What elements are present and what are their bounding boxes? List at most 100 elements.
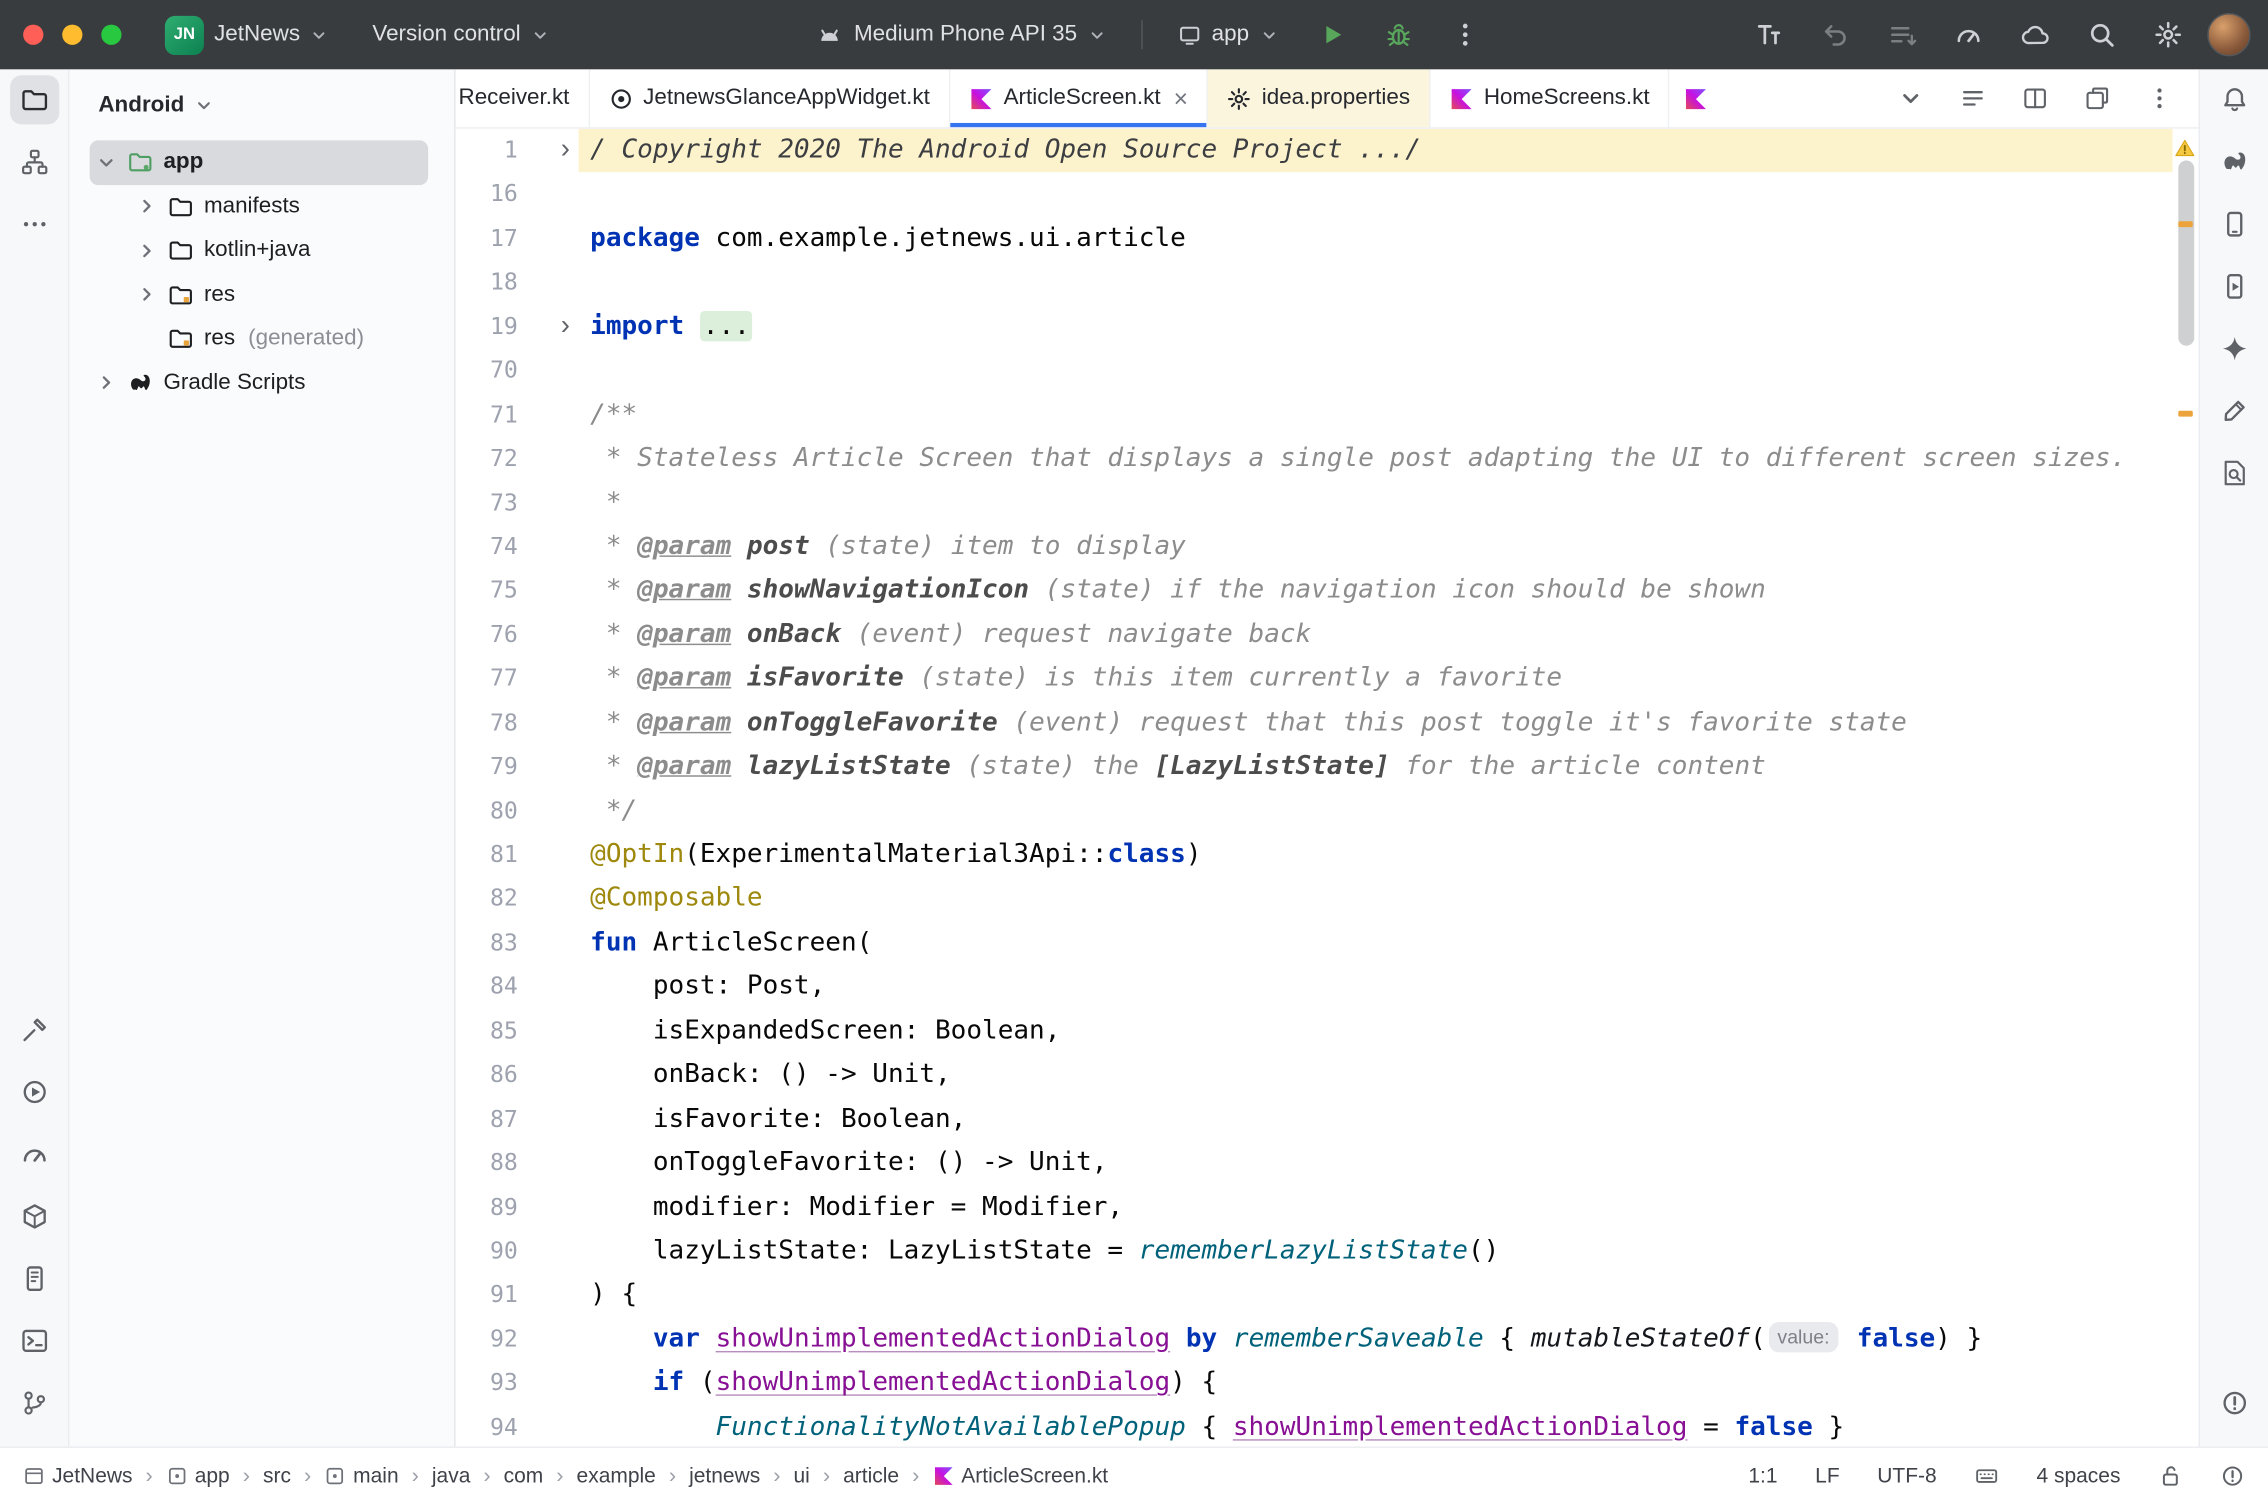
gradle-tool-button[interactable] [2209, 137, 2258, 186]
more-tool-windows-button[interactable] [9, 200, 58, 249]
structure-view-button[interactable] [1954, 80, 1992, 118]
find-tool-button[interactable] [2209, 448, 2258, 497]
project-view-selector[interactable]: Android [69, 69, 454, 140]
code-line-94[interactable]: 94 FunctionalityNotAvailablePopup { show… [456, 1405, 2199, 1446]
profiler-tool-button[interactable] [9, 1130, 58, 1179]
keyboard-indicator[interactable] [1974, 1464, 1999, 1489]
breadcrumb-app[interactable]: app [166, 1465, 230, 1488]
code-line-79[interactable]: 79 * @param lazyListState (state) the [L… [456, 745, 2199, 789]
chevron-down-icon[interactable] [95, 152, 117, 174]
tab-receiver-kt[interactable]: Receiver.kt [456, 69, 590, 127]
tree-item-app[interactable]: app [90, 140, 428, 184]
warning-badge-icon[interactable] [2174, 137, 2196, 159]
more-run-actions-button[interactable] [1440, 10, 1489, 59]
code-line-1[interactable]: 1›/ Copyright 2020 The Android Open Sour… [456, 129, 2199, 173]
version-control-tool-button[interactable] [9, 1378, 58, 1427]
close-window-button[interactable] [23, 25, 43, 45]
tab-idea-properties[interactable]: idea.properties [1208, 69, 1430, 127]
breadcrumb-article[interactable]: article [843, 1465, 899, 1488]
code-line-90[interactable]: 90 lazyListState: LazyListState = rememb… [456, 1229, 2199, 1273]
close-icon[interactable]: × [1174, 86, 1188, 111]
breadcrumb-jetnews[interactable]: jetnews [689, 1465, 760, 1488]
running-devices-button[interactable] [2209, 262, 2258, 311]
chevron-right-icon[interactable] [136, 284, 158, 306]
project-widget[interactable]: JN JetNews [153, 8, 340, 62]
back-button[interactable] [1811, 10, 1860, 59]
code-line-86[interactable]: 86 onBack: () -> Unit, [456, 1053, 2199, 1097]
code-line-19[interactable]: 19›import ... [456, 305, 2199, 349]
code-line-84[interactable]: 84 post: Post, [456, 965, 2199, 1009]
inspections-status[interactable] [2220, 1464, 2245, 1489]
caret-position[interactable]: 1:1 [1748, 1465, 1777, 1488]
code-line-78[interactable]: 78 * @param onToggleFavorite (event) req… [456, 701, 2199, 745]
debug-button[interactable] [1373, 10, 1422, 59]
detach-editor-button[interactable] [2079, 80, 2117, 118]
breadcrumb-com[interactable]: com [504, 1465, 544, 1488]
vcs-widget[interactable]: Version control [361, 14, 561, 55]
device-streaming-button[interactable] [1744, 10, 1793, 59]
code-line-73[interactable]: 73 * [456, 481, 2199, 525]
code-line-75[interactable]: 75 * @param showNavigationIcon (state) i… [456, 569, 2199, 613]
tree-item-kotlin-java[interactable]: kotlin+java [90, 229, 428, 273]
problems-tool-button[interactable] [2209, 1378, 2258, 1427]
gemini-button[interactable] [2209, 324, 2258, 373]
code-line-88[interactable]: 88 onToggleFavorite: () -> Unit, [456, 1141, 2199, 1185]
code-line-70[interactable]: 70 [456, 349, 2199, 393]
tree-item-res[interactable]: res [90, 273, 428, 317]
avatar[interactable] [2207, 13, 2250, 56]
compose-preview-button[interactable] [2209, 386, 2258, 435]
code-line-91[interactable]: 91) { [456, 1273, 2199, 1317]
code-line-83[interactable]: 83fun ArticleScreen( [456, 921, 2199, 965]
zoom-window-button[interactable] [101, 25, 121, 45]
breadcrumb-java[interactable]: java [432, 1465, 470, 1488]
tree-item-manifests[interactable]: manifests [90, 184, 428, 228]
terminal-tool-button[interactable] [9, 1316, 58, 1365]
breadcrumb-src[interactable]: src [263, 1465, 291, 1488]
code-line-16[interactable]: 16 [456, 173, 2199, 217]
breadcrumb-main[interactable]: main [324, 1465, 398, 1488]
breadcrumb-example[interactable]: example [577, 1465, 656, 1488]
app-quality-insights-button[interactable] [9, 1192, 58, 1241]
task-list-button[interactable] [1877, 10, 1926, 59]
chevron-right-icon[interactable] [136, 196, 158, 218]
encoding[interactable]: UTF-8 [1877, 1465, 1936, 1488]
code-editor[interactable]: 1›/ Copyright 2020 The Android Open Sour… [456, 129, 2199, 1447]
code-line-89[interactable]: 89 modifier: Modifier = Modifier, [456, 1185, 2199, 1229]
code-line-17[interactable]: 17package com.example.jetnews.ui.article [456, 217, 2199, 261]
warning-stripe-mark[interactable] [2178, 221, 2192, 227]
tab-clipped[interactable] [1670, 69, 1713, 127]
chevron-right-icon[interactable] [95, 372, 117, 394]
structure-tool-button[interactable] [9, 137, 58, 186]
tab-list-dropdown[interactable] [1892, 80, 1930, 118]
fold-arrow-icon[interactable]: › [561, 129, 570, 173]
search-everywhere-button[interactable] [2077, 10, 2126, 59]
profiler-button[interactable] [1944, 10, 1993, 59]
code-line-74[interactable]: 74 * @param post (state) item to display [456, 525, 2199, 569]
line-ending[interactable]: LF [1815, 1465, 1839, 1488]
run-button[interactable] [1307, 10, 1356, 59]
warning-stripe-mark[interactable] [2178, 411, 2192, 417]
code-line-82[interactable]: 82@Composable [456, 877, 2199, 921]
breadcrumb-jetnews[interactable]: JetNews [23, 1465, 132, 1488]
indent-style[interactable]: 4 spaces [2037, 1465, 2121, 1488]
run-tool-button[interactable] [9, 1067, 58, 1116]
scrollbar-thumb[interactable] [2178, 161, 2194, 346]
run-config-selector[interactable]: app [1165, 14, 1289, 55]
editor-scrollbar[interactable] [2173, 129, 2199, 1447]
code-line-87[interactable]: 87 isFavorite: Boolean, [456, 1097, 2199, 1141]
tab-articlescreen-kt[interactable]: ArticleScreen.kt× [950, 69, 1208, 127]
tree-item-gradle-scripts[interactable]: Gradle Scripts [90, 361, 428, 405]
minimize-window-button[interactable] [62, 25, 82, 45]
code-line-77[interactable]: 77 * @param isFavorite (state) is this i… [456, 657, 2199, 701]
split-editor-button[interactable] [2016, 80, 2054, 118]
file-writable-indicator[interactable] [2158, 1464, 2183, 1489]
breadcrumb-articlescreen-kt[interactable]: ArticleScreen.kt [932, 1465, 1108, 1488]
build-tool-button[interactable] [9, 1005, 58, 1054]
code-line-81[interactable]: 81@OptIn(ExperimentalMaterial3Api::class… [456, 833, 2199, 877]
tab-jetnewsglanceappwidget-kt[interactable]: JetnewsGlanceAppWidget.kt [590, 69, 950, 127]
code-line-92[interactable]: 92 var showUnimplementedActionDialog by … [456, 1317, 2199, 1361]
fold-arrow-icon[interactable]: › [561, 305, 570, 349]
code-line-80[interactable]: 80 */ [456, 789, 2199, 833]
chevron-right-icon[interactable] [136, 240, 158, 262]
code-line-76[interactable]: 76 * @param onBack (event) request navig… [456, 613, 2199, 657]
